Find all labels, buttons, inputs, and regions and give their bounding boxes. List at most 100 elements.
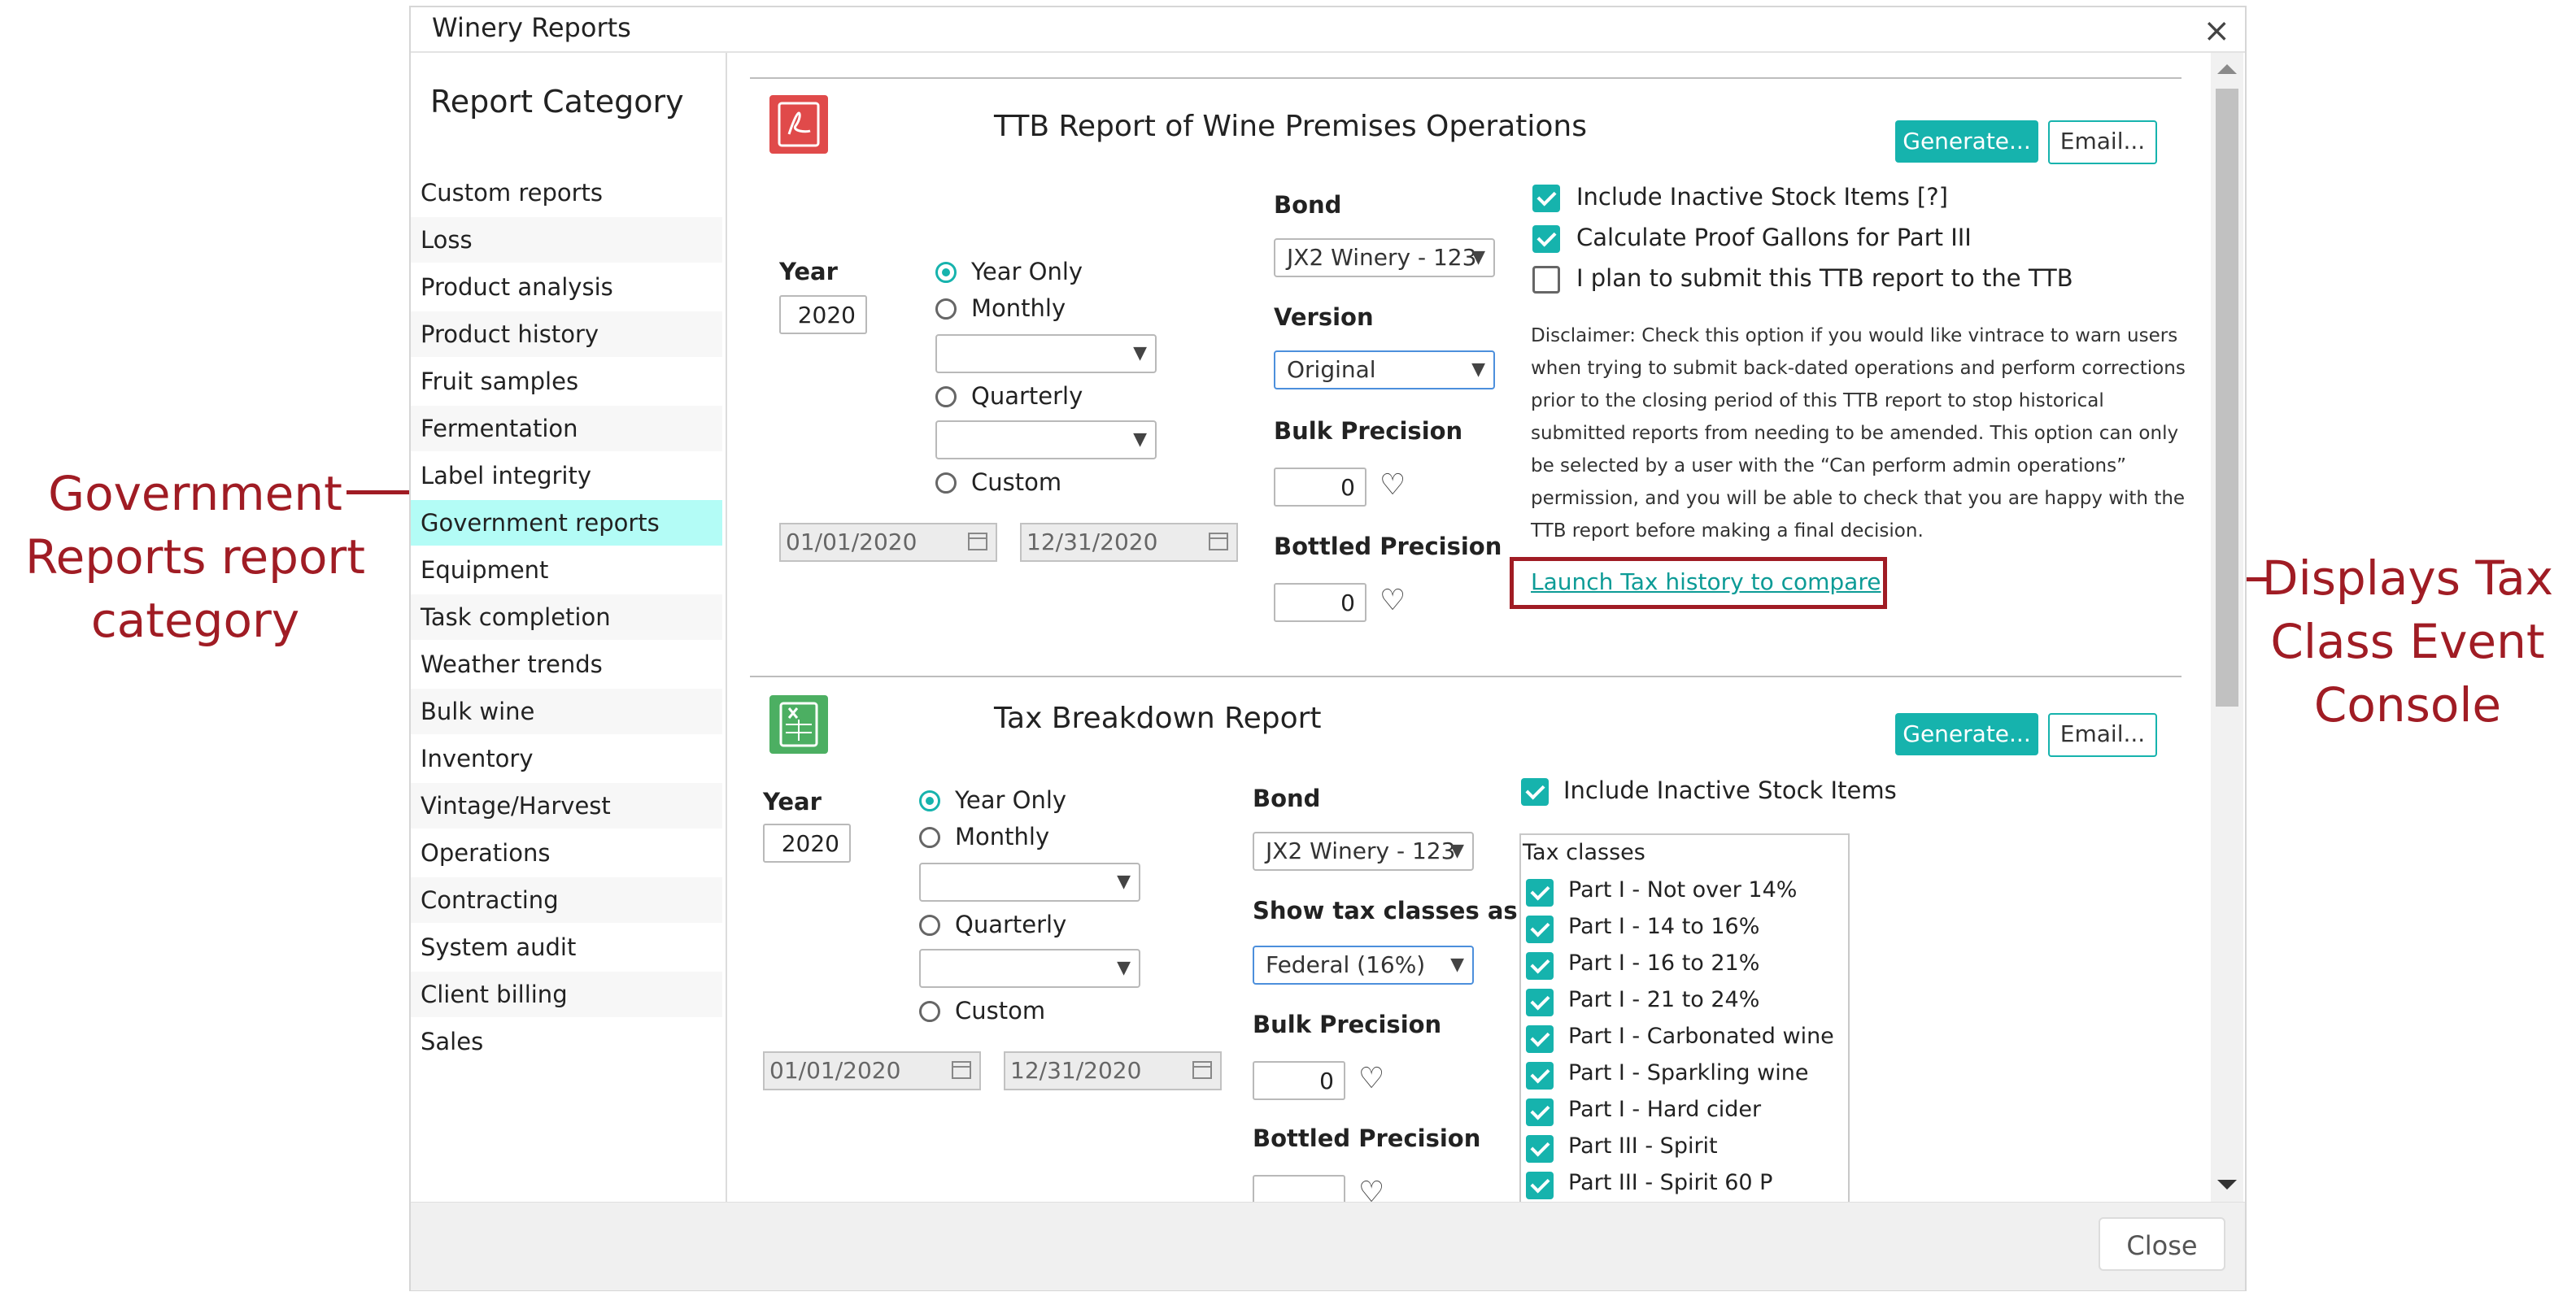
sidebar-item[interactable]: System audit — [411, 924, 722, 970]
show-tax-classes-select[interactable]: Federal (16%) ▼ — [1253, 946, 1474, 985]
tax-bulk-precision-input[interactable]: 0 — [1253, 1061, 1345, 1100]
launch-tax-history-link[interactable]: Launch Tax history to compare — [1531, 568, 1881, 595]
favorite-heart-icon[interactable]: ♡ — [1358, 1064, 1384, 1094]
chevron-down-icon: ▼ — [1471, 359, 1485, 380]
scroll-up-icon[interactable] — [2217, 64, 2237, 74]
section-separator — [750, 77, 2182, 79]
sidebar-item[interactable]: Inventory — [411, 736, 722, 781]
disclaimer-line: TTB report before making a final decisio… — [1531, 520, 1924, 542]
sidebar-item[interactable]: Government reports — [411, 500, 722, 546]
ttb-bond-select[interactable]: JX2 Winery - 123 ▼ — [1274, 238, 1495, 277]
favorite-heart-icon[interactable]: ♡ — [1380, 471, 1406, 500]
show-tax-classes-label: Show tax classes as... — [1253, 897, 1545, 924]
sidebar-item[interactable]: Sales — [411, 1019, 722, 1064]
favorite-heart-icon[interactable]: ♡ — [1380, 586, 1406, 616]
tax-class-label: Part I - Hard cider — [1568, 1097, 1762, 1122]
start-date-value: 01/01/2020 — [786, 529, 918, 555]
ttb-report-title: TTB Report of Wine Premises Operations — [994, 110, 1587, 143]
tax-year-input[interactable]: 2020 — [763, 824, 851, 863]
tax-class-checkbox[interactable] — [1526, 1098, 1554, 1126]
sidebar-item[interactable]: Vintage/Harvest — [411, 783, 722, 829]
ttb-start-date[interactable]: 01/01/2020 — [779, 523, 997, 562]
ttb-month-select[interactable]: ▼ — [935, 334, 1157, 373]
sidebar-item[interactable]: Bulk wine — [411, 689, 722, 734]
tax-class-checkbox[interactable] — [1526, 916, 1554, 943]
sidebar-item[interactable]: Fermentation — [411, 406, 722, 451]
calendar-icon[interactable] — [952, 1061, 971, 1079]
sidebar-item[interactable]: Task completion — [411, 594, 722, 640]
calendar-icon[interactable] — [968, 533, 987, 550]
tax-generate-button[interactable]: Generate... — [1895, 713, 2038, 755]
tax-start-date[interactable]: 01/01/2020 — [763, 1051, 981, 1090]
tax-month-select[interactable]: ▼ — [919, 863, 1140, 902]
sidebar-item[interactable]: Weather trends — [411, 642, 722, 687]
tax-monthly-label: Monthly — [955, 823, 1050, 850]
ttb-quarter-select[interactable]: ▼ — [935, 420, 1157, 459]
sidebar-item[interactable]: Product history — [411, 311, 722, 357]
ttb-year-only-radio[interactable] — [935, 262, 957, 283]
ttb-include-inactive-checkbox[interactable] — [1532, 185, 1560, 212]
tax-class-checkbox[interactable] — [1526, 989, 1554, 1016]
ttb-email-button[interactable]: Email... — [2048, 120, 2157, 164]
ttb-version-select[interactable]: Original ▼ — [1274, 350, 1495, 389]
tax-include-inactive-checkbox[interactable] — [1521, 778, 1549, 806]
sidebar-item[interactable]: Product analysis — [411, 264, 722, 310]
tax-year-label: Year — [763, 788, 822, 816]
tax-class-label: Part I - Not over 14% — [1568, 877, 1798, 903]
sidebar-item[interactable]: Operations — [411, 830, 722, 876]
tax-custom-radio[interactable] — [919, 1001, 940, 1022]
scroll-down-icon[interactable] — [2217, 1180, 2237, 1190]
report-content: TTB Report of Wine Premises Operations G… — [727, 53, 2211, 1202]
dialog-title: Winery Reports — [432, 12, 631, 43]
ttb-quarterly-radio[interactable] — [935, 386, 957, 407]
close-button[interactable]: Close — [2099, 1217, 2225, 1271]
tax-class-checkbox[interactable] — [1526, 879, 1554, 907]
tax-class-checkbox[interactable] — [1526, 952, 1554, 980]
chevron-down-icon: ▼ — [1117, 872, 1131, 892]
ttb-end-date[interactable]: 12/31/2020 — [1020, 523, 1238, 562]
close-icon[interactable]: × — [2203, 12, 2230, 50]
sidebar-item[interactable]: Loss — [411, 217, 722, 263]
tax-class-checkbox[interactable] — [1526, 1062, 1554, 1090]
tax-class-checkbox[interactable] — [1526, 1025, 1554, 1053]
favorite-heart-icon[interactable]: ♡ — [1358, 1178, 1384, 1203]
tax-bottled-precision-label: Bottled Precision — [1253, 1125, 1481, 1152]
tax-quarterly-radio[interactable] — [919, 915, 940, 936]
calendar-icon[interactable] — [1209, 533, 1228, 550]
sidebar-item[interactable]: Equipment — [411, 547, 722, 593]
sidebar-item[interactable]: Label integrity — [411, 453, 722, 498]
sidebar-item[interactable]: Fruit samples — [411, 359, 722, 404]
tax-classes-list[interactable]: Tax classes Part I - Not over 14% Part I … — [1519, 833, 1850, 1202]
tax-year-only-radio[interactable] — [919, 790, 940, 811]
tax-class-checkbox[interactable] — [1526, 1172, 1554, 1199]
tax-bond-select[interactable]: JX2 Winery - 123 ▼ — [1253, 832, 1474, 871]
end-date-value: 12/31/2020 — [1010, 1057, 1142, 1084]
ttb-monthly-radio[interactable] — [935, 298, 957, 320]
ttb-generate-button[interactable]: Generate... — [1895, 120, 2038, 163]
ttb-version-label: Version — [1274, 303, 1374, 331]
scrollbar-thumb[interactable] — [2216, 89, 2238, 707]
tax-bottled-precision-input[interactable] — [1253, 1175, 1345, 1202]
ttb-proof-gallons-checkbox[interactable] — [1532, 225, 1560, 253]
tax-bulk-precision-label: Bulk Precision — [1253, 1011, 1442, 1038]
content-scrollbar[interactable] — [2211, 53, 2243, 1202]
ttb-custom-radio[interactable] — [935, 472, 957, 494]
ttb-year-input[interactable]: 2020 — [779, 295, 867, 334]
tax-monthly-radio[interactable] — [919, 827, 940, 848]
tax-class-checkbox[interactable] — [1526, 1135, 1554, 1163]
show-tax-value: Federal (16%) — [1266, 951, 1426, 978]
tax-end-date[interactable]: 12/31/2020 — [1004, 1051, 1222, 1090]
ttb-bottled-precision-input[interactable]: 0 — [1274, 583, 1366, 622]
ttb-submit-plan-checkbox[interactable] — [1532, 266, 1560, 294]
tax-email-button[interactable]: Email... — [2048, 713, 2157, 757]
sidebar-item[interactable]: Contracting — [411, 877, 722, 923]
sidebar-item[interactable]: Custom reports — [411, 170, 722, 215]
tax-quarter-select[interactable]: ▼ — [919, 949, 1140, 988]
tax-class-label: Part I - 14 to 16% — [1568, 914, 1760, 939]
tax-custom-label: Custom — [955, 997, 1046, 1024]
calendar-icon[interactable] — [1192, 1061, 1212, 1079]
version-value: Original — [1287, 356, 1376, 383]
sidebar-item[interactable]: Client billing — [411, 972, 722, 1017]
ttb-quarterly-label: Quarterly — [971, 382, 1083, 410]
ttb-bulk-precision-input[interactable]: 0 — [1274, 468, 1366, 507]
